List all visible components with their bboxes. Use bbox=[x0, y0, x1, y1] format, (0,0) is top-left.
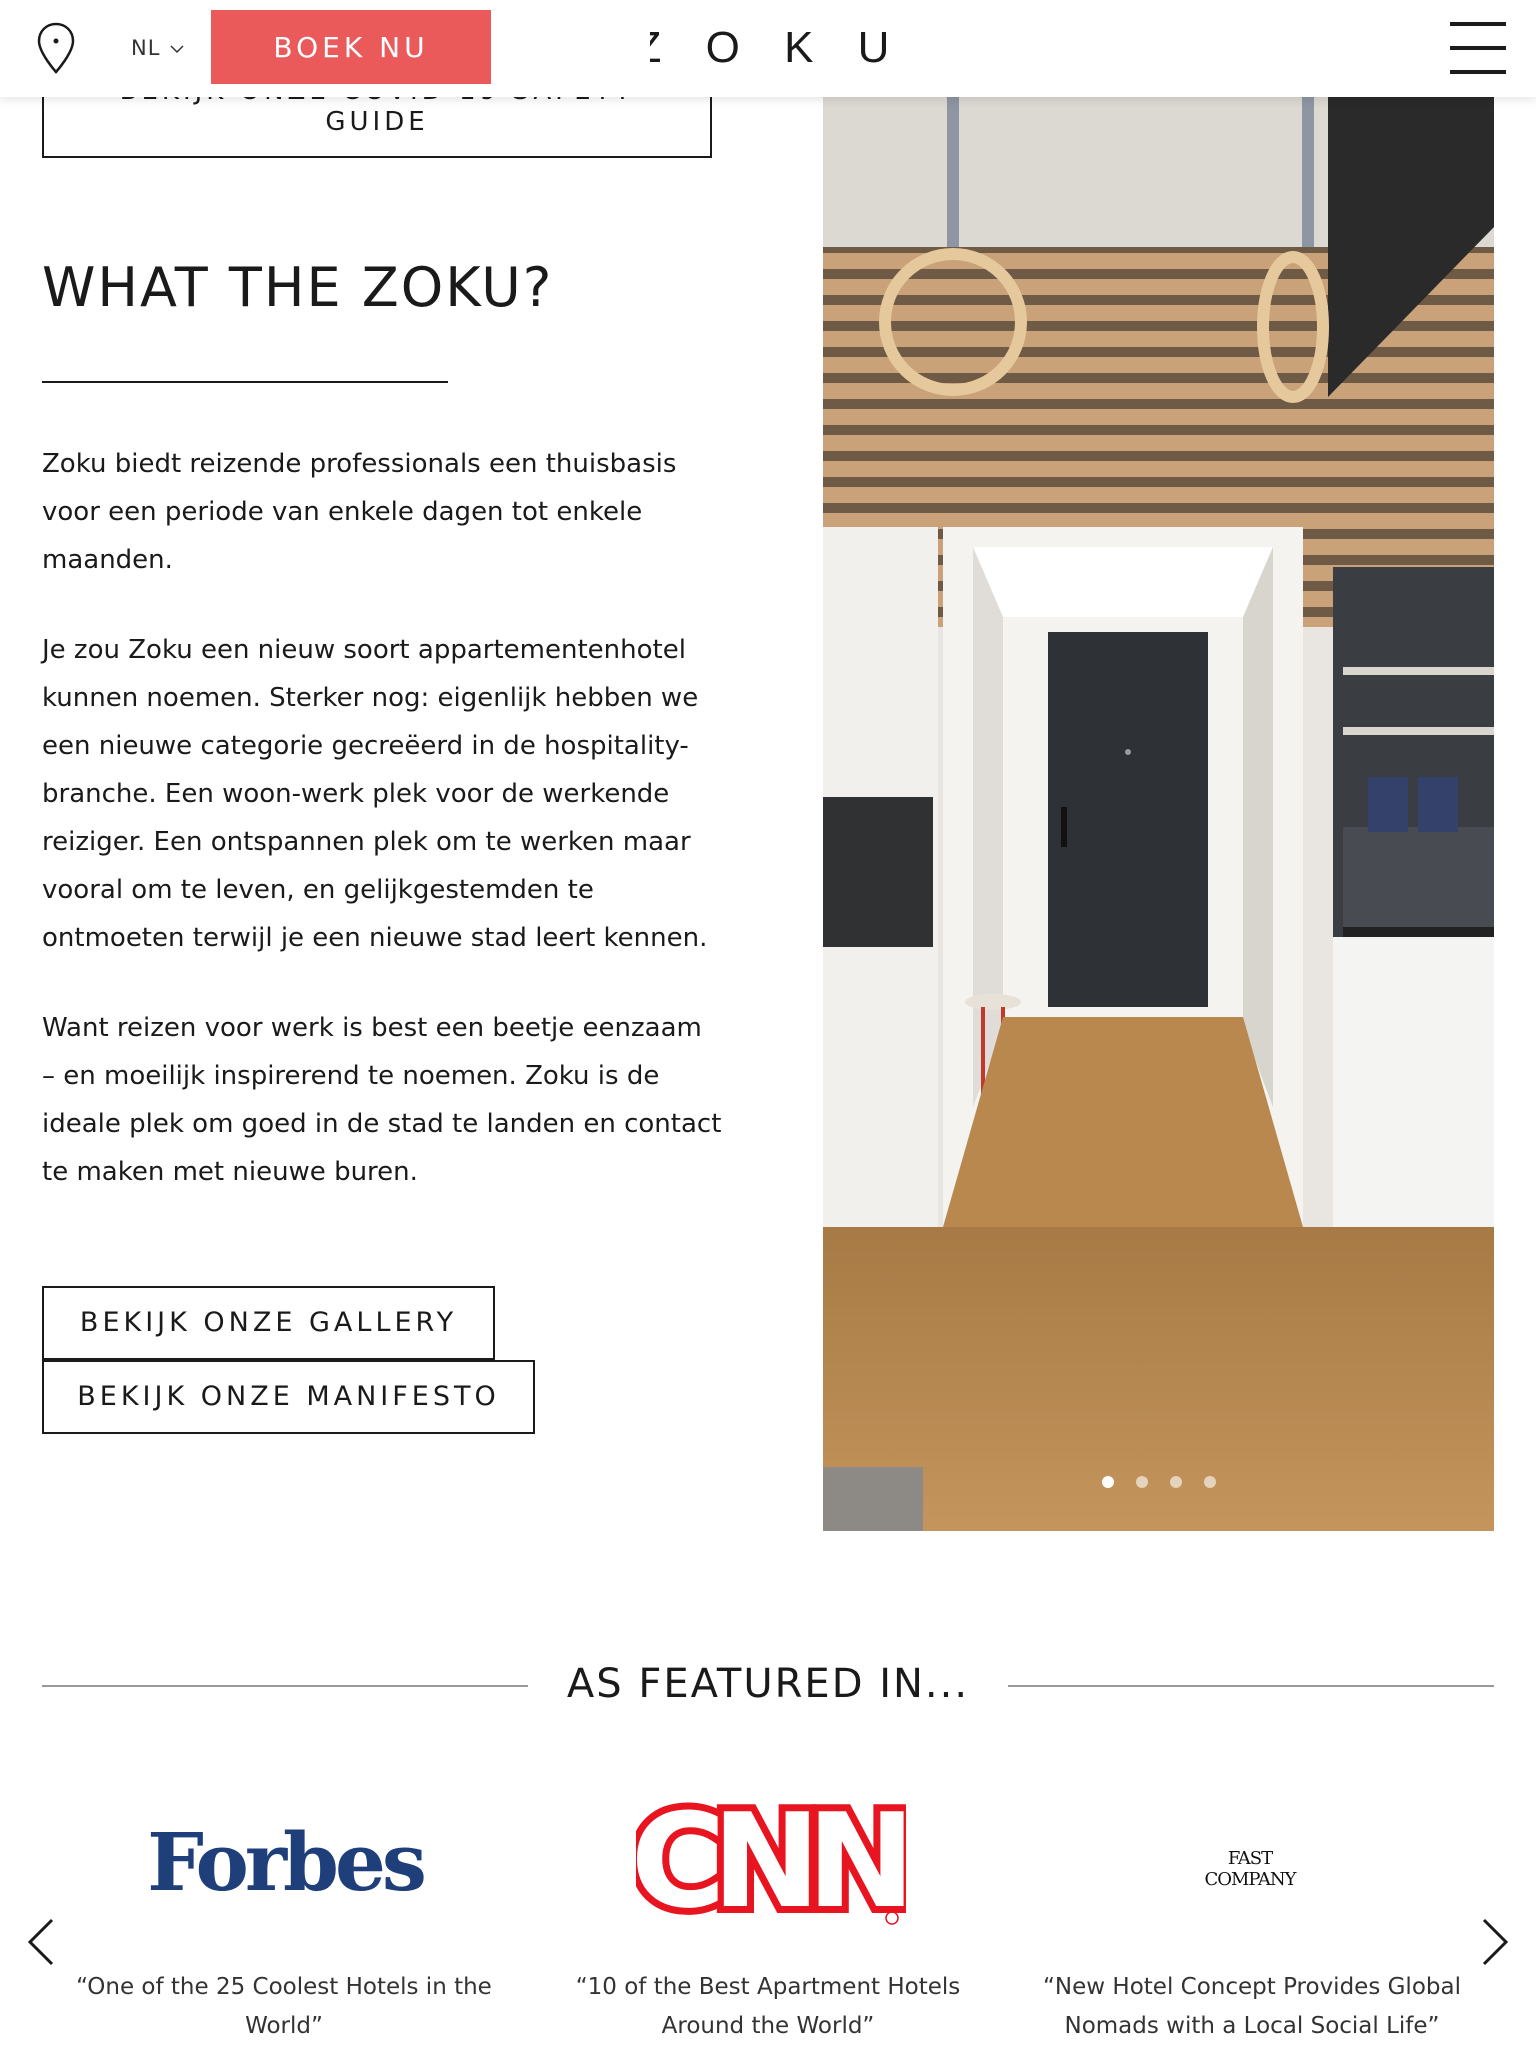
svg-text:Z O K U: Z O K U bbox=[650, 23, 890, 72]
cnn-quote: “10 of the Best Apartment Hotels Around … bbox=[575, 1974, 961, 2039]
intro-paragraph: Want reizen voor werk is best een beetje… bbox=[42, 1013, 722, 1187]
intro-text: Zoku biedt reizende professionals een th… bbox=[42, 440, 722, 1238]
fast-company-logo: FAST COMPANY bbox=[1204, 1848, 1296, 1890]
intro-paragraph: Zoku biedt reizende professionals een th… bbox=[42, 449, 677, 575]
language-selector[interactable]: NL bbox=[131, 36, 184, 60]
carousel-dot[interactable] bbox=[1135, 1476, 1148, 1488]
carousel-dots bbox=[823, 1473, 1494, 1492]
svg-text:Forbes: Forbes bbox=[147, 1820, 424, 1909]
menu-hamburger-icon[interactable] bbox=[1450, 20, 1506, 76]
gallery-button[interactable]: BEKIJK ONZE GALLERY bbox=[42, 1286, 495, 1360]
fast-company-quote: “New Hotel Concept Provides Global Nomad… bbox=[1043, 1974, 1461, 2039]
chevron-right-icon[interactable] bbox=[1478, 1918, 1510, 1966]
manifesto-button[interactable]: BEKIJK ONZE MANIFESTO bbox=[42, 1360, 535, 1434]
site-header: NL BOEK NU Z O K U bbox=[0, 0, 1536, 97]
location-pin-icon[interactable] bbox=[36, 22, 76, 74]
featured-title: AS FEATURED IN... bbox=[566, 1661, 970, 1707]
cnn-logo: CNN bbox=[636, 1796, 906, 1926]
carousel-dot[interactable] bbox=[1101, 1476, 1114, 1488]
intro-paragraph: Je zou Zoku een nieuw soort appartemente… bbox=[42, 635, 708, 953]
chevron-down-icon bbox=[170, 45, 184, 54]
forbes-quote: “One of the 25 Coolest Hotels in the Wor… bbox=[76, 1974, 492, 2039]
featured-line-right bbox=[1008, 1685, 1494, 1687]
book-now-button[interactable]: BOEK NU bbox=[211, 10, 491, 84]
carousel-dot[interactable] bbox=[1169, 1476, 1182, 1488]
room-photo bbox=[823, 97, 1494, 1531]
title-divider bbox=[42, 381, 448, 383]
room-photo-carousel[interactable] bbox=[823, 97, 1494, 1531]
language-label: NL bbox=[131, 36, 161, 60]
carousel-dot[interactable] bbox=[1203, 1476, 1216, 1488]
forbes-logo: Forbes bbox=[147, 1820, 428, 1909]
svg-text:CNN: CNN bbox=[636, 1796, 904, 1926]
chevron-left-icon[interactable] bbox=[26, 1918, 58, 1966]
covid-label-line2: GUIDE bbox=[325, 107, 429, 137]
section-title: WHAT THE ZOKU? bbox=[42, 256, 554, 319]
zoku-logo[interactable]: Z O K U bbox=[650, 22, 890, 72]
